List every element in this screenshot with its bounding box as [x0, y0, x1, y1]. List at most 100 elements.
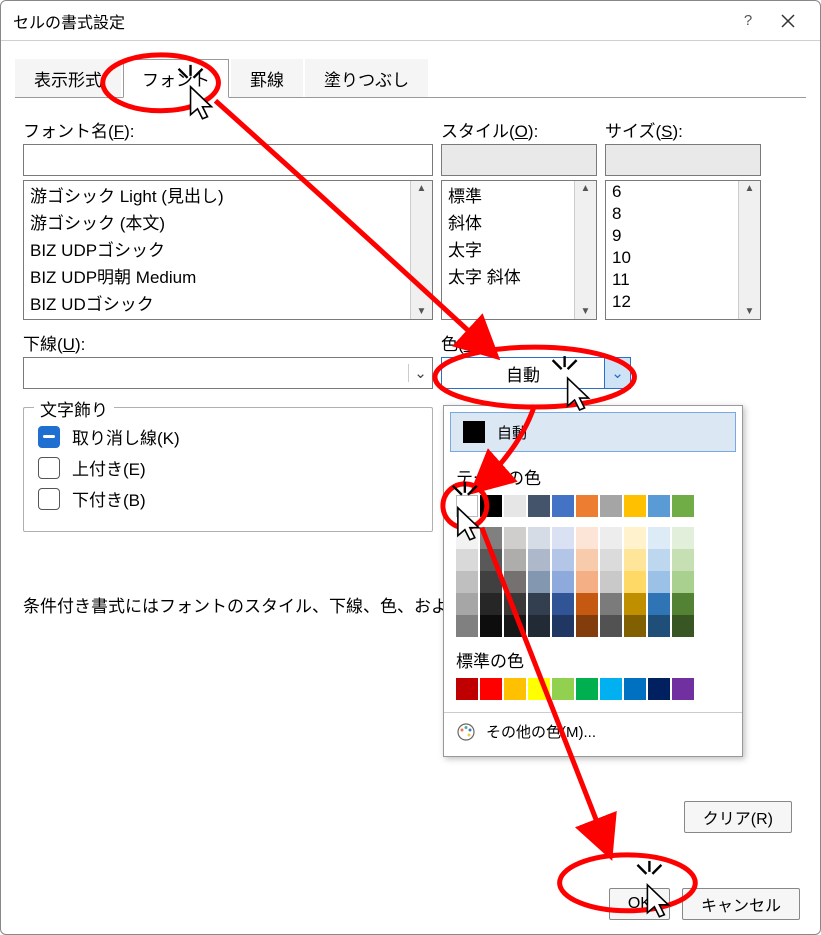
- list-item[interactable]: 9: [606, 225, 760, 247]
- tab-border[interactable]: 罫線: [231, 59, 303, 98]
- color-swatch[interactable]: [552, 549, 574, 571]
- color-swatch[interactable]: [672, 678, 694, 700]
- color-swatch[interactable]: [648, 615, 670, 637]
- color-swatch[interactable]: [600, 549, 622, 571]
- color-swatch[interactable]: [648, 571, 670, 593]
- font-name-list[interactable]: 游ゴシック Light (見出し)游ゴシック (本文)BIZ UDPゴシックBI…: [23, 180, 433, 320]
- list-item[interactable]: 太字 斜体: [442, 262, 596, 289]
- color-swatch[interactable]: [672, 549, 694, 571]
- color-swatch[interactable]: [480, 615, 502, 637]
- color-swatch[interactable]: [600, 571, 622, 593]
- ok-button[interactable]: OK: [609, 888, 670, 920]
- color-swatch[interactable]: [552, 495, 574, 517]
- color-swatch[interactable]: [456, 571, 478, 593]
- color-auto-option[interactable]: 自動: [450, 412, 736, 452]
- color-swatch[interactable]: [624, 571, 646, 593]
- list-item[interactable]: 8: [606, 203, 760, 225]
- color-swatch[interactable]: [648, 495, 670, 517]
- color-swatch[interactable]: [480, 571, 502, 593]
- color-swatch[interactable]: [504, 615, 526, 637]
- color-swatch[interactable]: [552, 571, 574, 593]
- color-swatch[interactable]: [504, 571, 526, 593]
- color-swatch[interactable]: [480, 593, 502, 615]
- color-swatch[interactable]: [624, 593, 646, 615]
- color-swatch[interactable]: [528, 615, 550, 637]
- list-item[interactable]: BIZ UDPゴシック: [24, 235, 432, 262]
- tab-fill[interactable]: 塗りつぶし: [305, 59, 428, 98]
- color-swatch[interactable]: [576, 678, 598, 700]
- color-swatch[interactable]: [648, 527, 670, 549]
- color-swatch[interactable]: [456, 527, 478, 549]
- color-swatch[interactable]: [576, 549, 598, 571]
- color-swatch[interactable]: [600, 593, 622, 615]
- color-swatch[interactable]: [528, 527, 550, 549]
- color-swatch[interactable]: [624, 615, 646, 637]
- color-swatch[interactable]: [552, 615, 574, 637]
- color-swatch[interactable]: [576, 593, 598, 615]
- color-swatch[interactable]: [624, 549, 646, 571]
- clear-button[interactable]: クリア(R): [684, 801, 792, 833]
- color-swatch[interactable]: [504, 527, 526, 549]
- color-swatch[interactable]: [552, 678, 574, 700]
- color-swatch[interactable]: [672, 571, 694, 593]
- size-input[interactable]: [605, 144, 761, 176]
- list-item[interactable]: 11: [606, 269, 760, 291]
- help-button[interactable]: ?: [728, 2, 768, 40]
- color-swatch[interactable]: [504, 549, 526, 571]
- underline-combo[interactable]: ⌄: [23, 357, 433, 389]
- list-item[interactable]: 12: [606, 291, 760, 313]
- superscript-checkbox[interactable]: [38, 457, 60, 479]
- color-swatch[interactable]: [576, 571, 598, 593]
- color-swatch[interactable]: [480, 527, 502, 549]
- color-swatch[interactable]: [528, 571, 550, 593]
- list-item[interactable]: BIZ UDP明朝 Medium: [24, 262, 432, 289]
- list-item[interactable]: BIZ UD明朝 Medium: [24, 316, 432, 320]
- list-item[interactable]: 6: [606, 181, 760, 203]
- color-swatch[interactable]: [600, 527, 622, 549]
- font-name-input[interactable]: [23, 144, 433, 176]
- style-input[interactable]: [441, 144, 597, 176]
- list-item[interactable]: 10: [606, 247, 760, 269]
- color-swatch[interactable]: [576, 495, 598, 517]
- color-swatch[interactable]: [528, 495, 550, 517]
- list-item[interactable]: 游ゴシック Light (見出し): [24, 181, 432, 208]
- list-item[interactable]: 斜体: [442, 208, 596, 235]
- scrollbar[interactable]: ▲ ▼: [738, 181, 760, 319]
- color-swatch[interactable]: [648, 549, 670, 571]
- size-list[interactable]: 689101112 ▲ ▼: [605, 180, 761, 320]
- close-button[interactable]: [768, 2, 808, 40]
- color-combo[interactable]: 自動 ⌄: [441, 357, 631, 389]
- color-swatch[interactable]: [672, 495, 694, 517]
- color-swatch[interactable]: [552, 527, 574, 549]
- color-swatch[interactable]: [624, 678, 646, 700]
- color-swatch[interactable]: [504, 678, 526, 700]
- color-swatch[interactable]: [600, 678, 622, 700]
- scrollbar[interactable]: ▲ ▼: [574, 181, 596, 319]
- color-swatch[interactable]: [504, 495, 526, 517]
- color-swatch[interactable]: [456, 593, 478, 615]
- tab-font[interactable]: フォント: [123, 59, 229, 98]
- color-swatch[interactable]: [480, 549, 502, 571]
- scrollbar[interactable]: ▲ ▼: [410, 181, 432, 319]
- color-swatch[interactable]: [648, 678, 670, 700]
- color-swatch[interactable]: [528, 678, 550, 700]
- color-swatch[interactable]: [528, 593, 550, 615]
- color-swatch[interactable]: [480, 678, 502, 700]
- color-swatch[interactable]: [624, 527, 646, 549]
- list-item[interactable]: 標準: [442, 181, 596, 208]
- strike-checkbox[interactable]: [38, 426, 60, 448]
- color-swatch[interactable]: [456, 678, 478, 700]
- color-swatch[interactable]: [600, 615, 622, 637]
- color-swatch[interactable]: [480, 495, 502, 517]
- tab-display-format[interactable]: 表示形式: [15, 59, 121, 98]
- list-item[interactable]: BIZ UDゴシック: [24, 289, 432, 316]
- color-swatch[interactable]: [504, 593, 526, 615]
- color-swatch[interactable]: [456, 615, 478, 637]
- color-swatch[interactable]: [456, 549, 478, 571]
- subscript-checkbox[interactable]: [38, 488, 60, 510]
- color-swatch[interactable]: [600, 495, 622, 517]
- list-item[interactable]: 太字: [442, 235, 596, 262]
- list-item[interactable]: 游ゴシック (本文): [24, 208, 432, 235]
- color-swatch[interactable]: [576, 615, 598, 637]
- cancel-button[interactable]: キャンセル: [682, 888, 800, 920]
